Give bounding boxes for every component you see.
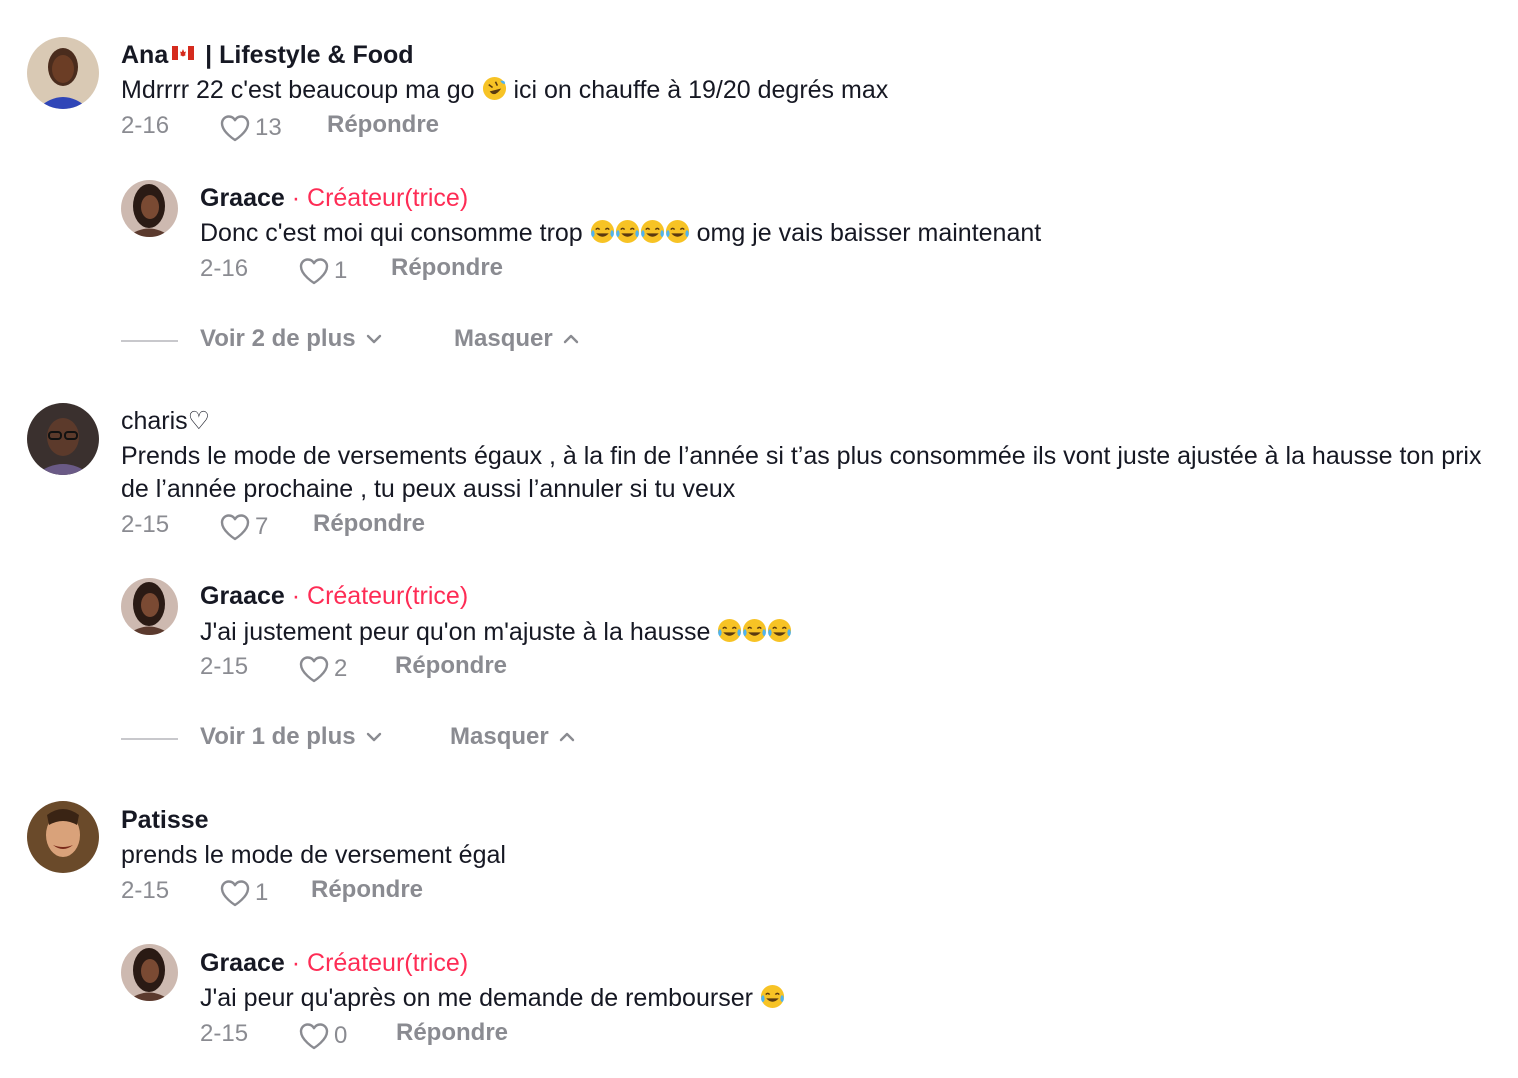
reply-button[interactable]: Répondre [313, 510, 425, 538]
like-button[interactable]: 1 [298, 256, 347, 286]
chevron-up-icon [563, 334, 579, 344]
avatar[interactable] [27, 801, 99, 873]
reply-button[interactable]: Répondre [327, 111, 439, 139]
chevron-up-icon [559, 732, 575, 742]
like-button[interactable]: 7 [219, 512, 268, 542]
view-more-replies-button[interactable]: Voir 1 de plus [200, 723, 382, 751]
comment-text: Mdrrrr 22 c'est beaucoup ma go ici on ch… [121, 76, 889, 104]
like-button[interactable]: 2 [298, 654, 347, 684]
creator-badge: Créateur(trice) [307, 582, 469, 610]
avatar[interactable] [121, 180, 178, 237]
rofl-emoji-icon [482, 76, 507, 101]
like-count: 0 [334, 1022, 348, 1049]
joy-emoji-icon [665, 219, 690, 244]
hide-replies-button[interactable]: Masquer [450, 723, 575, 751]
heart-icon[interactable] [219, 113, 251, 143]
avatar[interactable] [27, 37, 99, 109]
comment-date: 2-16 [121, 112, 170, 139]
joy-emoji-icon [615, 219, 640, 244]
reply-button[interactable]: Répondre [391, 254, 503, 282]
reply-username[interactable]: Graace · Créateur(trice) [200, 581, 468, 611]
hide-replies-button[interactable]: Masquer [454, 325, 579, 353]
like-count: 7 [255, 513, 269, 540]
avatar[interactable] [27, 403, 99, 475]
comment-text: Prends le mode de versements égaux , à l… [121, 442, 1482, 503]
canada-flag-icon [172, 46, 195, 61]
divider-line [121, 738, 178, 740]
comment-username[interactable]: Ana | Lifestyle & Food [121, 40, 414, 70]
avatar[interactable] [121, 944, 178, 1001]
heart-icon[interactable] [298, 1021, 330, 1051]
reply-text: J'ai justement peur qu'on m'ajuste à la … [200, 616, 792, 649]
joy-emoji-icon [742, 618, 767, 643]
heart-icon[interactable] [298, 256, 330, 286]
like-count: 1 [255, 879, 269, 906]
joy-emoji-icon [717, 618, 742, 643]
chevron-down-icon [366, 334, 382, 344]
like-button[interactable]: 1 [219, 878, 268, 908]
comment-username[interactable]: Patisse [121, 805, 209, 835]
creator-badge: Créateur(trice) [307, 184, 469, 212]
divider-line [121, 340, 178, 342]
joy-emoji-icon [590, 219, 615, 244]
creator-badge: Créateur(trice) [307, 949, 469, 977]
reply-username[interactable]: Graace · Créateur(trice) [200, 183, 468, 213]
like-button[interactable]: 0 [298, 1021, 347, 1051]
reply-button[interactable]: Répondre [395, 652, 507, 680]
like-button[interactable]: 13 [219, 113, 282, 143]
view-more-replies-button[interactable]: Voir 2 de plus [200, 325, 382, 353]
comment-date: 2-15 [121, 877, 170, 904]
reply-date: 2-15 [200, 1020, 249, 1047]
like-count: 1 [334, 257, 348, 284]
reply-date: 2-15 [200, 653, 249, 680]
comment-date: 2-15 [121, 511, 170, 538]
reply-button[interactable]: Répondre [311, 876, 423, 904]
reply-button[interactable]: Répondre [396, 1019, 508, 1047]
like-count: 13 [255, 114, 282, 141]
reply-username[interactable]: Graace · Créateur(trice) [200, 948, 468, 978]
comment-username[interactable]: charis♡ [121, 406, 210, 436]
avatar[interactable] [121, 578, 178, 635]
joy-emoji-icon [760, 984, 785, 1009]
heart-icon[interactable] [219, 878, 251, 908]
chevron-down-icon [366, 732, 382, 742]
reply-text: Donc c'est moi qui consomme trop omg je … [200, 219, 1042, 247]
joy-emoji-icon [767, 618, 792, 643]
reply-text: J'ai peur qu'après on me demande de remb… [200, 982, 785, 1015]
comment-text: prends le mode de versement égal [121, 841, 506, 869]
heart-icon[interactable] [219, 512, 251, 542]
heart-icon[interactable] [298, 654, 330, 684]
reply-date: 2-16 [200, 255, 249, 282]
joy-emoji-icon [640, 219, 665, 244]
like-count: 2 [334, 655, 348, 682]
